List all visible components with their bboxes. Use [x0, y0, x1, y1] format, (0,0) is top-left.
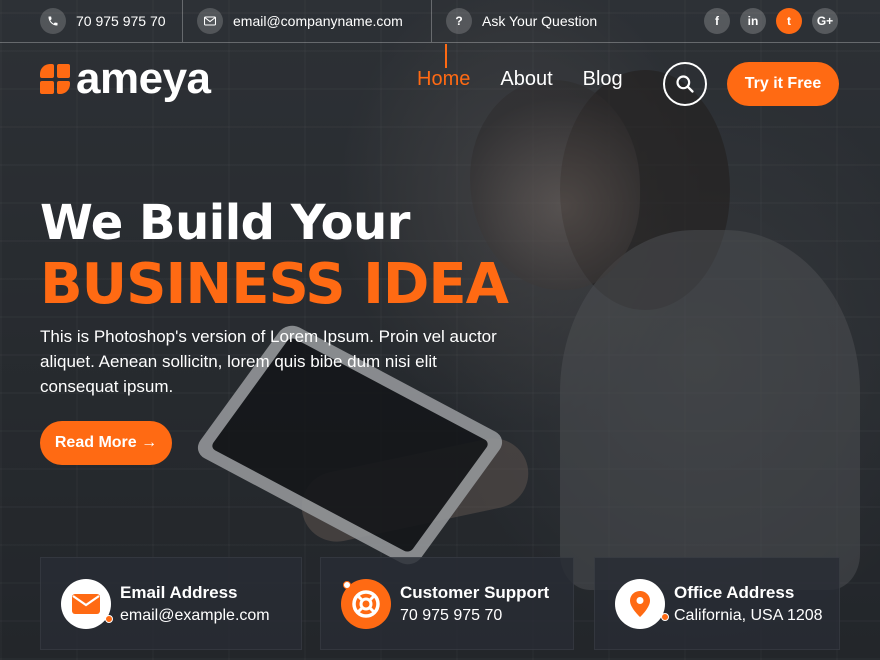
- card-dot: [105, 614, 113, 623]
- info-card-value: email@example.com: [120, 606, 270, 624]
- facebook-icon[interactable]: f: [704, 8, 730, 34]
- search-button[interactable]: [663, 62, 707, 106]
- nav-item-home[interactable]: Home: [417, 44, 470, 91]
- map-pin-icon: [615, 578, 669, 629]
- hero-title-line2: BUSINESS IDEA: [40, 252, 509, 317]
- topbar-divider: [431, 0, 432, 42]
- lifebuoy-icon: [341, 578, 391, 629]
- hero-description: This is Photoshop's version of Lorem Ips…: [40, 327, 497, 396]
- main-nav: Home About Blog: [417, 44, 623, 91]
- card-dot: [343, 580, 351, 589]
- card-text: Customer Support 70 975 975 70: [400, 583, 549, 625]
- topbar-email-text: email@companyname.com: [233, 13, 403, 29]
- topbar-phone-text: 70 975 975 70: [76, 13, 166, 29]
- nav-item-about[interactable]: About: [500, 68, 552, 91]
- info-card-value: 70 975 975 70: [400, 606, 503, 624]
- envelope-icon: [61, 578, 113, 629]
- info-card-title: Email Address: [120, 582, 238, 602]
- brand-name: ameya: [76, 54, 211, 103]
- topbar-email[interactable]: email@companyname.com: [197, 0, 403, 42]
- nav-item-blog[interactable]: Blog: [583, 68, 623, 91]
- logo-mark-icon: [40, 64, 70, 94]
- search-icon: [676, 75, 694, 93]
- brand-logo[interactable]: ameya: [40, 57, 211, 101]
- question-icon: ?: [446, 8, 472, 34]
- topbar-question-text: Ask Your Question: [482, 13, 598, 29]
- card-text: Office Address California, USA 1208: [674, 583, 823, 625]
- info-card-title: Office Address: [674, 582, 795, 602]
- card-dot: [661, 612, 669, 621]
- envelope-icon: [197, 8, 223, 34]
- top-info-bar: 70 975 975 70 email@companyname.com ? As…: [0, 0, 880, 43]
- info-card-title: Customer Support: [400, 582, 550, 602]
- info-card-value: California, USA 1208: [674, 606, 823, 624]
- topbar-phone[interactable]: 70 975 975 70: [40, 0, 166, 42]
- phone-icon: [40, 8, 66, 34]
- topbar-question[interactable]: ? Ask Your Question: [446, 0, 597, 42]
- social-links: f in t G+: [704, 8, 838, 34]
- hero-title-line1: We Build Your: [40, 195, 410, 251]
- google-plus-icon[interactable]: G+: [812, 8, 838, 34]
- linkedin-icon[interactable]: in: [740, 8, 766, 34]
- info-card-email[interactable]: Email Address email@example.com: [40, 557, 302, 650]
- topbar-divider: [182, 0, 183, 42]
- card-text: Email Address email@example.com: [120, 583, 270, 625]
- info-card-support[interactable]: Customer Support 70 975 975 70: [320, 557, 574, 650]
- read-more-button[interactable]: Read More →: [40, 421, 172, 465]
- twitter-icon[interactable]: t: [776, 8, 802, 34]
- info-card-address[interactable]: Office Address California, USA 1208: [594, 557, 840, 650]
- hero-page: 70 975 975 70 email@companyname.com ? As…: [0, 0, 880, 660]
- try-it-free-button[interactable]: Try it Free: [727, 62, 839, 106]
